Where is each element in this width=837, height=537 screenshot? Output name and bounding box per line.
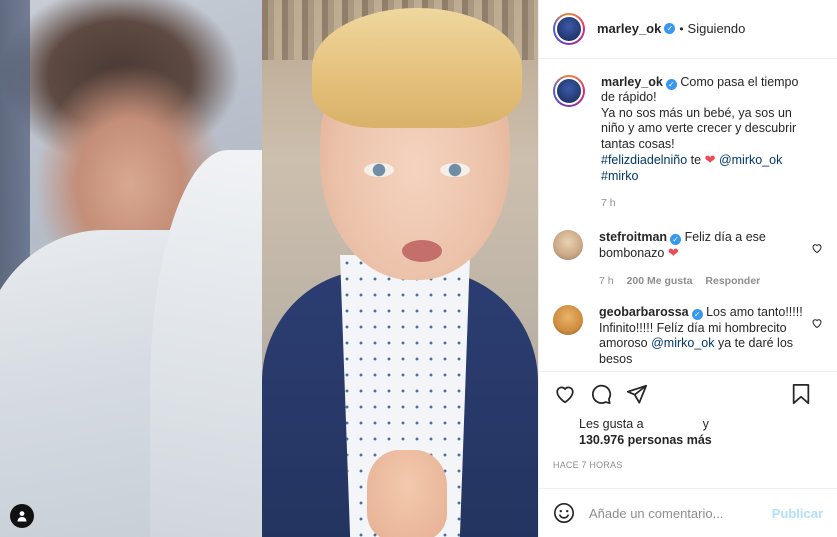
mention-mirko[interactable]: @mirko_ok (719, 153, 782, 167)
likes-summary[interactable]: Les gusta a y 130.976 personas más (579, 416, 823, 448)
likes-connector: y (702, 416, 709, 431)
smiley-icon[interactable] (553, 502, 575, 524)
comment-like-icon[interactable] (811, 317, 823, 329)
hashtag-mirko[interactable]: #mirko (601, 169, 639, 183)
comment-likes[interactable]: 200 Me gusta (627, 275, 693, 287)
comment-input[interactable] (589, 505, 769, 521)
comment-body: geobarbarossa ✓ Los amo tanto!!!!! Infini… (599, 305, 806, 367)
verified-badge-icon: ✓ (670, 233, 682, 245)
comment-body: stefroitman ✓ Feliz día a ese bombonazo ❤… (599, 230, 806, 290)
verified-badge-icon: ✓ (691, 309, 703, 321)
red-heart-icon: ❤ (704, 152, 716, 168)
photo-newborn (0, 0, 262, 537)
caption-username[interactable]: marley_ok (601, 75, 663, 89)
likes-count[interactable]: 130.976 personas más (579, 433, 712, 447)
post-timestamp[interactable]: HACE 7 HORAS (553, 460, 823, 470)
post-actions: Les gusta a y 130.976 personas más HACE … (539, 372, 837, 490)
comment-item: stefroitman ✓ Feliz día a ese bombonazo ❤… (553, 229, 823, 290)
thumbs-up-hand (367, 450, 447, 537)
comment-bubble-icon[interactable] (589, 382, 613, 406)
action-icons (553, 372, 823, 416)
caption-time[interactable]: 7 h (601, 197, 616, 209)
post-media[interactable] (0, 0, 538, 537)
hashtag-felizdiadelnino[interactable]: #felizdiadelniño (601, 153, 687, 167)
mouth (402, 240, 442, 262)
header-username[interactable]: marley_ok (597, 21, 661, 36)
comment-item: geobarbarossa ✓ Los amo tanto!!!!! Infini… (553, 305, 823, 367)
likes-prefix: Les gusta a (579, 416, 644, 431)
comment-avatar[interactable] (553, 305, 583, 336)
comment-like-icon[interactable] (811, 242, 823, 254)
verified-badge-icon: ✓ (664, 23, 676, 35)
verified-badge-icon: ✓ (665, 78, 677, 90)
baby-blanket-fold (150, 150, 262, 537)
following-button[interactable]: Siguiendo (688, 21, 746, 36)
comment-username[interactable]: geobarbarossa (599, 305, 689, 319)
left-eye (364, 163, 394, 177)
add-comment-bar: Publicar (539, 489, 837, 537)
separator-dot: • (679, 21, 684, 36)
red-heart-icon: ❤ (667, 245, 679, 261)
paper-plane-icon[interactable] (625, 382, 649, 406)
post-header: marley_ok ✓ • Siguiendo (539, 0, 837, 59)
right-eye (440, 163, 470, 177)
instagram-post: marley_ok ✓ • Siguiendo marley_ok ✓ Como … (0, 0, 837, 537)
caption-body: marley_ok ✓ Como pasa el tiempo de rápido… (601, 75, 808, 212)
comment-meta: 7 h 200 Me gusta Responder (599, 274, 806, 290)
heart-outline-icon[interactable] (553, 382, 577, 406)
caption-meta: 7 h (601, 196, 808, 212)
caption-te: te (687, 153, 705, 168)
user-tag-icon[interactable] (10, 504, 34, 528)
comment-time[interactable]: 7 h (599, 275, 614, 287)
post-side-panel: marley_ok ✓ • Siguiendo marley_ok ✓ Como … (538, 0, 837, 537)
comment-username[interactable]: stefroitman (599, 230, 667, 244)
comments-list[interactable]: marley_ok ✓ Como pasa el tiempo de rápido… (539, 59, 837, 372)
caption-avatar[interactable] (555, 76, 583, 105)
photo-toddler (262, 0, 538, 537)
publish-button[interactable]: Publicar (772, 506, 823, 521)
comment-avatar[interactable] (553, 229, 583, 260)
avatar[interactable] (555, 14, 583, 43)
toddler-hair (312, 8, 522, 128)
bookmark-icon[interactable] (789, 382, 813, 406)
reply-button[interactable]: Responder (705, 275, 760, 287)
caption: marley_ok ✓ Como pasa el tiempo de rápido… (553, 74, 823, 212)
caption-story-ring[interactable] (553, 74, 585, 107)
mention-mirko[interactable]: @mirko_ok (651, 336, 714, 350)
story-ring[interactable] (553, 12, 585, 45)
